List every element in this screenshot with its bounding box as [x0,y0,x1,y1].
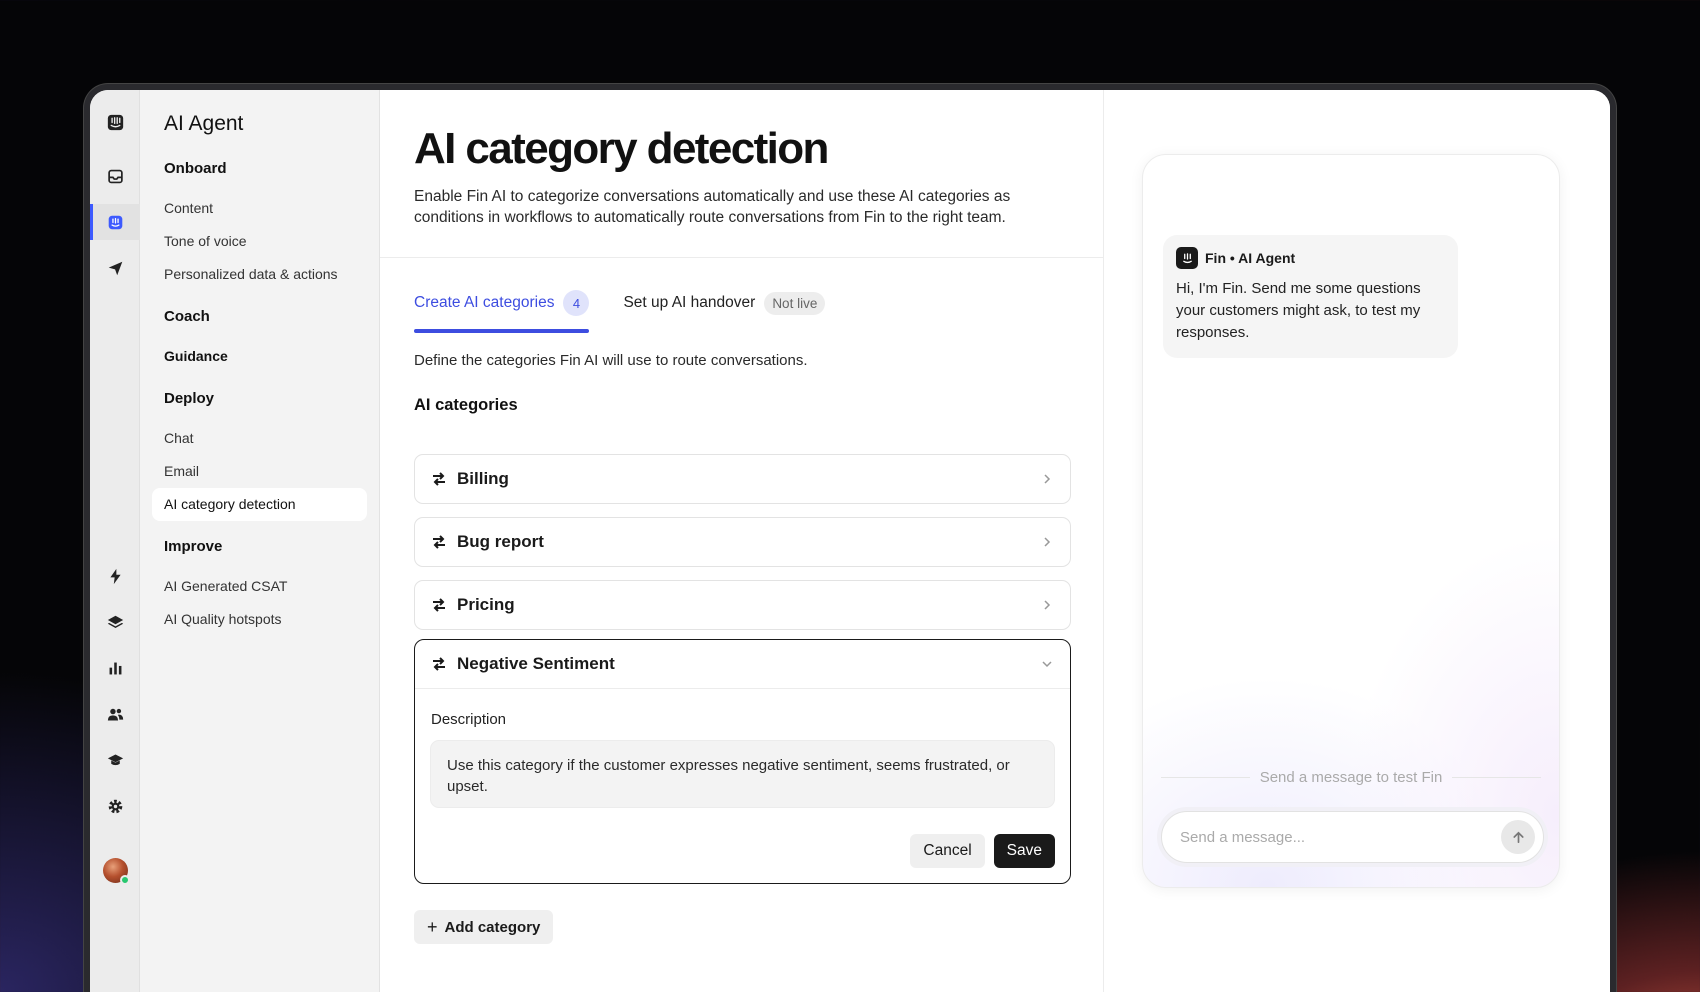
tab-label: Set up AI handover [623,294,756,311]
nav-item-ai-quality-hotspots[interactable]: AI Quality hotspots [152,603,367,636]
section-onboard: Onboard [164,160,227,177]
nav-item-tone-of-voice[interactable]: Tone of voice [152,225,367,258]
chevron-right-icon [1044,474,1051,484]
academy-icon[interactable] [90,742,140,778]
swap-arrows-icon [431,471,447,487]
nav-item-email[interactable]: Email [152,455,367,488]
chevron-right-icon [1044,537,1051,547]
category-row-pricing[interactable]: Pricing [414,580,1071,630]
section-improve: Improve [164,538,223,555]
layers-icon[interactable] [90,604,140,640]
swap-arrows-icon [431,534,447,550]
nav-item-ai-generated-csat[interactable]: AI Generated CSAT [152,570,367,603]
add-category-label: Add category [444,918,541,936]
intercom-logo-icon[interactable] [90,104,140,140]
swap-arrows-icon [431,597,447,613]
chevron-right-icon [1044,600,1051,610]
fin-logo-icon [1176,247,1198,269]
message-composer [1161,811,1544,863]
nav-item-ai-category-detection[interactable]: AI category detection [152,488,367,521]
inbox-icon[interactable] [90,158,140,194]
chevron-down-icon[interactable] [1040,657,1054,671]
save-button[interactable]: Save [993,834,1055,868]
settings-gear-icon[interactable] [90,788,140,824]
main-content: AI category detection Enable Fin AI to c… [380,90,1104,992]
description-textarea[interactable]: Use this category if the customer expres… [430,740,1055,808]
tab-bar: Create AI categories 4 Set up AI handove… [414,288,826,333]
app-window: AI Agent Onboard Content Tone of voice P… [90,90,1610,992]
category-row-bug-report[interactable]: Bug report [414,517,1071,567]
reports-icon[interactable] [90,650,140,686]
ai-agent-subnav: AI Agent Onboard Content Tone of voice P… [140,90,380,992]
online-status-dot [120,875,130,885]
category-panel-negative-sentiment: Negative Sentiment Description Use this … [414,639,1071,884]
nav-item-content[interactable]: Content [152,192,367,225]
sender-name: Fin • AI Agent [1205,250,1296,266]
nav-item-chat[interactable]: Chat [152,422,367,455]
messenger-preview: Fin • AI Agent Hi, I'm Fin. Send me some… [1142,154,1560,888]
category-row-billing[interactable]: Billing [414,454,1071,504]
arrow-up-icon [1512,831,1524,843]
intro-text: Define the categories Fin AI will use to… [414,352,808,369]
fin-message-bubble: Fin • AI Agent Hi, I'm Fin. Send me some… [1163,235,1458,358]
category-name: Negative Sentiment [457,654,615,673]
ai-agent-icon[interactable] [90,204,140,240]
icon-rail [90,90,140,992]
category-name: Billing [457,469,509,488]
description-label: Description [431,711,507,728]
message-text: Hi, I'm Fin. Send me some questions your… [1176,280,1421,341]
category-name: Bug report [457,532,544,551]
contacts-icon[interactable] [90,696,140,732]
category-name: Pricing [457,595,515,614]
header-divider [380,257,1103,258]
preview-pane: Fin • AI Agent Hi, I'm Fin. Send me some… [1104,90,1610,992]
categories-heading: AI categories [414,396,518,414]
not-live-badge: Not live [764,291,826,315]
page-description: Enable Fin AI to categorize conversation… [414,188,1011,226]
nav-item-personalized-data[interactable]: Personalized data & actions [152,258,367,291]
test-hint: Send a message to test Fin [1161,769,1541,786]
tab-label: Create AI categories [414,294,555,311]
plus-icon: + [427,916,438,937]
category-header[interactable]: Negative Sentiment [415,640,1070,689]
action-buttons: Cancel Save [910,834,1055,868]
add-category-button[interactable]: + Add category [414,910,554,944]
send-button[interactable] [1501,820,1535,854]
page-title: AI category detection [414,124,829,173]
send-outbound-icon[interactable] [90,250,140,286]
swap-arrows-icon [431,656,447,672]
user-avatar[interactable] [103,858,130,885]
category-count-badge: 4 [563,290,590,316]
lightning-icon[interactable] [90,558,140,594]
subnav-title: AI Agent [164,112,244,135]
tab-set-up-ai-handover[interactable]: Set up AI handover Not live [623,288,826,318]
cancel-button[interactable]: Cancel [910,834,985,868]
section-coach: Coach [164,308,210,325]
message-input[interactable] [1180,828,1501,846]
section-deploy: Deploy [164,390,215,407]
tab-create-ai-categories[interactable]: Create AI categories 4 [414,288,590,333]
test-hint-text: Send a message to test Fin [1259,769,1443,786]
nav-item-guidance[interactable]: Guidance [152,340,367,373]
